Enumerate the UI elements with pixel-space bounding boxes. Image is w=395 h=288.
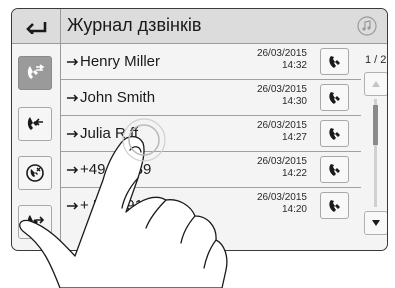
call-time: 14:20 bbox=[281, 204, 307, 215]
title-bar: Журнал дзвінків bbox=[12, 9, 387, 44]
phone-handset-icon bbox=[328, 199, 340, 212]
phone-incoming-icon bbox=[27, 117, 43, 130]
phone-handset-icon bbox=[328, 163, 340, 176]
phone-missed-icon bbox=[26, 164, 44, 182]
call-time: 14:30 bbox=[281, 96, 307, 107]
scroll-down-button[interactable] bbox=[364, 211, 387, 235]
list-item[interactable]: Julia R ff 26/03/2015 14:27 bbox=[61, 116, 361, 152]
phone-outgoing-icon bbox=[27, 215, 45, 228]
call-button[interactable] bbox=[320, 48, 349, 75]
contact-name: +49 56789 bbox=[80, 161, 152, 178]
call-button[interactable] bbox=[320, 192, 349, 219]
contact-name: John Smith bbox=[80, 89, 156, 106]
outgoing-arrow-icon bbox=[67, 130, 79, 138]
call-date: 26/03/2015 bbox=[256, 156, 307, 167]
phone-handset-icon bbox=[328, 55, 340, 68]
contact-name: + 567891 bbox=[80, 197, 143, 214]
call-date: 26/03/2015 bbox=[256, 192, 307, 203]
phone-all-calls-icon bbox=[27, 64, 45, 79]
outgoing-arrow-icon bbox=[67, 58, 79, 66]
outgoing-arrow-icon bbox=[67, 202, 79, 210]
list-item[interactable]: Henry Miller 26/03/2015 14:32 bbox=[61, 44, 361, 80]
back-button[interactable] bbox=[12, 9, 61, 43]
triangle-up-icon bbox=[372, 81, 380, 87]
list-item[interactable]: John Smith 26/03/2015 14:30 bbox=[61, 80, 361, 116]
tab-received-calls[interactable] bbox=[18, 107, 52, 141]
outgoing-arrow-icon bbox=[67, 94, 79, 102]
scroll-up-button[interactable] bbox=[364, 72, 387, 96]
tab-dialed-calls[interactable] bbox=[18, 205, 52, 239]
outgoing-arrow-icon bbox=[67, 166, 79, 174]
call-date: 26/03/2015 bbox=[256, 120, 307, 131]
call-time: 14:27 bbox=[281, 132, 307, 143]
phone-handset-icon bbox=[328, 91, 340, 104]
call-time: 14:22 bbox=[281, 168, 307, 179]
call-button[interactable] bbox=[320, 84, 349, 111]
call-time: 14:32 bbox=[281, 60, 307, 71]
call-button[interactable] bbox=[320, 120, 349, 147]
scrollbar-thumb[interactable] bbox=[373, 105, 378, 145]
call-filter-sidebar bbox=[12, 44, 61, 250]
call-list: Henry Miller 26/03/2015 14:32 John Smith… bbox=[61, 44, 361, 250]
call-log-screen: Журнал дзвінків Henry Miller 26/03/2015 … bbox=[11, 8, 388, 251]
list-item[interactable]: +49 56789 26/03/2015 14:22 bbox=[61, 152, 361, 188]
page-title: Журнал дзвінків bbox=[67, 15, 202, 35]
page-indicator: 1 / 2 bbox=[365, 54, 387, 66]
call-date: 26/03/2015 bbox=[256, 48, 307, 59]
list-item[interactable]: + 567891 26/03/2015 14:20 bbox=[61, 188, 361, 224]
contact-name: Julia R ff bbox=[80, 125, 139, 142]
back-arrow-icon bbox=[26, 22, 47, 34]
call-button[interactable] bbox=[320, 156, 349, 183]
tab-all-calls[interactable] bbox=[18, 56, 52, 90]
contact-name: Henry Miller bbox=[80, 53, 161, 70]
phone-handset-icon bbox=[328, 127, 340, 140]
music-note-icon[interactable] bbox=[357, 16, 377, 36]
tab-missed-calls[interactable] bbox=[18, 156, 52, 190]
call-date: 26/03/2015 bbox=[256, 84, 307, 95]
triangle-down-icon bbox=[372, 220, 380, 226]
